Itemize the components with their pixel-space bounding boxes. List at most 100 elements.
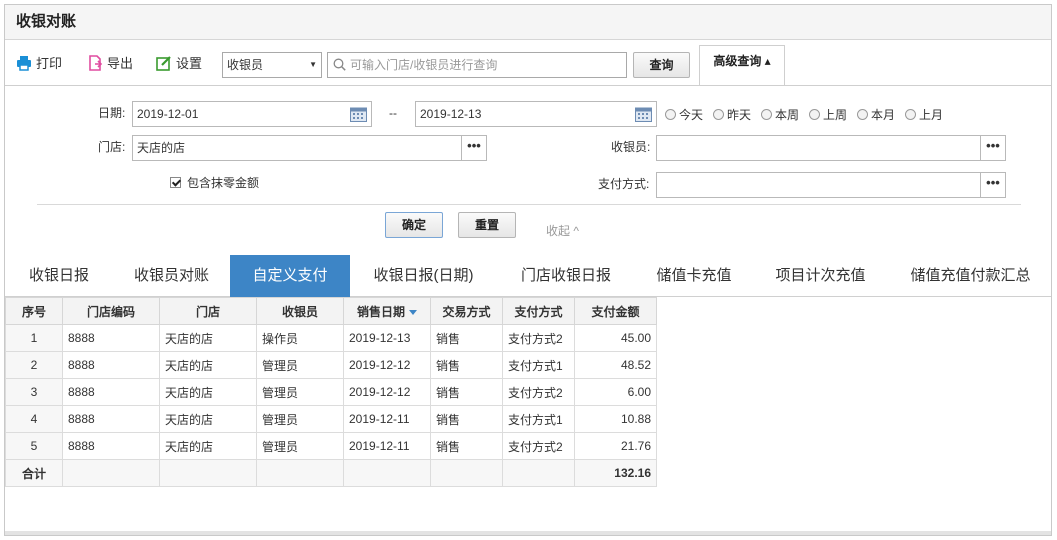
role-select-value: 收银员 <box>227 58 264 72</box>
table-cell: 支付方式2 <box>502 432 575 460</box>
report-tabs: 收银日报 收银员对账 自定义支付 收银日报(日期) 门店收银日报 储值卡充值 项… <box>5 255 1051 297</box>
search-input[interactable]: 可输入门店/收银员进行查询 <box>327 52 627 78</box>
include-rounding-checkbox[interactable]: 包含抹零金额 <box>170 171 259 195</box>
table-row[interactable]: 1 8888 天店的店 操作员 2019-12-13 销售 支付方式2 45.00 <box>5 324 657 352</box>
table-cell <box>502 459 575 487</box>
table-cell: 销售 <box>430 378 503 406</box>
col-header-payment-amount[interactable]: 支付金额 <box>574 297 657 325</box>
table-cell: 天店的店 <box>159 405 257 433</box>
col-header-store[interactable]: 门店 <box>159 297 257 325</box>
tab-cashier-daily-date[interactable]: 收银日报(日期) <box>350 255 497 297</box>
table-cell: 天店的店 <box>159 378 257 406</box>
table-cell: 48.52 <box>574 351 657 379</box>
table-cell: 8888 <box>62 432 160 460</box>
tab-stored-recharge-summary[interactable]: 储值充值付款汇总 <box>888 255 1051 297</box>
table-cell: 管理员 <box>256 351 344 379</box>
export-button[interactable]: 导出 <box>87 54 133 74</box>
table-cell <box>430 459 503 487</box>
table-cell: 1 <box>5 324 63 352</box>
radio-icon <box>809 109 820 120</box>
table-cell: 8888 <box>62 351 160 379</box>
advanced-query-panel: 日期: 2019-12-01 -- 2019-12-13 今天 昨天 本周 上周… <box>5 85 1051 255</box>
table-row[interactable]: 2 8888 天店的店 管理员 2019-12-12 销售 支付方式1 48.52 <box>5 351 657 379</box>
cashier-input[interactable]: ••• <box>656 135 1006 161</box>
table-row[interactable]: 5 8888 天店的店 管理员 2019-12-11 销售 支付方式2 21.76 <box>5 432 657 460</box>
table-total-row: 合计 132.16 <box>5 459 657 487</box>
collapse-link[interactable]: 收起 ^ <box>546 222 579 239</box>
table-cell: 10.88 <box>574 405 657 433</box>
date-to-input[interactable]: 2019-12-13 <box>415 101 657 127</box>
store-picker-button[interactable]: ••• <box>461 136 486 160</box>
col-header-payment-method[interactable]: 支付方式 <box>502 297 575 325</box>
table-cell: 4 <box>5 405 63 433</box>
table-cell: 2 <box>5 351 63 379</box>
quick-date-yesterday[interactable]: 昨天 <box>713 107 751 123</box>
table-cell: 8888 <box>62 324 160 352</box>
table-cell: 2019-12-11 <box>343 432 431 460</box>
tab-project-count-recharge[interactable]: 项目计次充值 <box>753 255 888 297</box>
role-select[interactable]: 收银员 ▼ <box>222 52 322 78</box>
table-cell: 21.76 <box>574 432 657 460</box>
calendar-icon[interactable] <box>635 106 652 122</box>
store-label: 门店: <box>98 140 126 154</box>
table-cell: 8888 <box>62 378 160 406</box>
quick-date-today[interactable]: 今天 <box>665 107 703 123</box>
tab-store-cashier-daily[interactable]: 门店收银日报 <box>497 255 635 297</box>
radio-icon <box>761 109 772 120</box>
edit-settings-icon <box>156 56 171 71</box>
horizontal-scrollbar[interactable] <box>5 531 1051 535</box>
tab-cashier-daily[interactable]: 收银日报 <box>5 255 113 297</box>
quick-date-last-week[interactable]: 上周 <box>809 107 847 123</box>
app-window: 收银对账 打印 导出 设置 收银员 ▼ 可输入门店/收银员进行查询 查询 高级查… <box>4 4 1052 536</box>
quick-date-this-week[interactable]: 本周 <box>761 107 799 123</box>
table-cell: 天店的店 <box>159 324 257 352</box>
table-cell: 45.00 <box>574 324 657 352</box>
table-header-row: 序号 门店编码 门店 收银员 销售日期 交易方式 支付方式 支付金额 <box>5 297 657 325</box>
table-cell <box>62 459 160 487</box>
col-header-sale-date[interactable]: 销售日期 <box>343 297 431 325</box>
table-cell: 6.00 <box>574 378 657 406</box>
total-amount: 132.16 <box>574 459 657 487</box>
payment-label: 支付方式: <box>598 177 650 191</box>
panel-divider <box>37 204 1021 205</box>
toolbar: 打印 导出 设置 收银员 ▼ 可输入门店/收银员进行查询 查询 高级查询 ▴ <box>5 41 1051 86</box>
table-row[interactable]: 4 8888 天店的店 管理员 2019-12-11 销售 支付方式1 10.88 <box>5 405 657 433</box>
tab-custom-payment[interactable]: 自定义支付 <box>230 255 350 297</box>
print-button[interactable]: 打印 <box>16 54 62 74</box>
dropdown-arrow-icon: ▼ <box>309 60 317 69</box>
col-header-cashier[interactable]: 收银员 <box>256 297 344 325</box>
store-input[interactable]: 天店的店 ••• <box>132 135 487 161</box>
table-cell: 销售 <box>430 432 503 460</box>
settings-button[interactable]: 设置 <box>156 54 202 74</box>
table-cell: 销售 <box>430 405 503 433</box>
quick-date-last-month[interactable]: 上月 <box>905 107 943 123</box>
table-cell: 支付方式2 <box>502 378 575 406</box>
radio-icon <box>713 109 724 120</box>
export-label: 导出 <box>107 56 134 71</box>
table-cell <box>343 459 431 487</box>
advanced-query-tab[interactable]: 高级查询 ▴ <box>699 45 785 86</box>
col-header-transaction-type[interactable]: 交易方式 <box>430 297 503 325</box>
date-from-input[interactable]: 2019-12-01 <box>132 101 372 127</box>
table-cell: 支付方式2 <box>502 324 575 352</box>
reset-button[interactable]: 重置 <box>458 212 516 238</box>
cashier-picker-button[interactable]: ••• <box>980 136 1005 160</box>
tab-stored-card-recharge[interactable]: 储值卡充值 <box>635 255 753 297</box>
calendar-icon[interactable] <box>350 106 367 122</box>
search-placeholder: 可输入门店/收银员进行查询 <box>350 58 498 72</box>
payment-method-input[interactable]: ••• <box>656 172 1006 198</box>
tab-cashier-reconcile[interactable]: 收银员对账 <box>113 255 230 297</box>
quick-date-this-month[interactable]: 本月 <box>857 107 895 123</box>
table-row[interactable]: 3 8888 天店的店 管理员 2019-12-12 销售 支付方式2 6.00 <box>5 378 657 406</box>
col-header-index[interactable]: 序号 <box>5 297 63 325</box>
store-value: 天店的店 <box>137 141 186 155</box>
table-cell: 2019-12-12 <box>343 378 431 406</box>
date-separator: -- <box>389 106 397 120</box>
payment-table: 序号 门店编码 门店 收银员 销售日期 交易方式 支付方式 支付金额 1 8888… <box>5 297 657 487</box>
payment-picker-button[interactable]: ••• <box>980 173 1005 197</box>
confirm-button[interactable]: 确定 <box>385 212 443 238</box>
table-cell: 8888 <box>62 405 160 433</box>
query-button[interactable]: 查询 <box>633 52 690 78</box>
col-header-store-code[interactable]: 门店编码 <box>62 297 160 325</box>
table-cell: 操作员 <box>256 324 344 352</box>
